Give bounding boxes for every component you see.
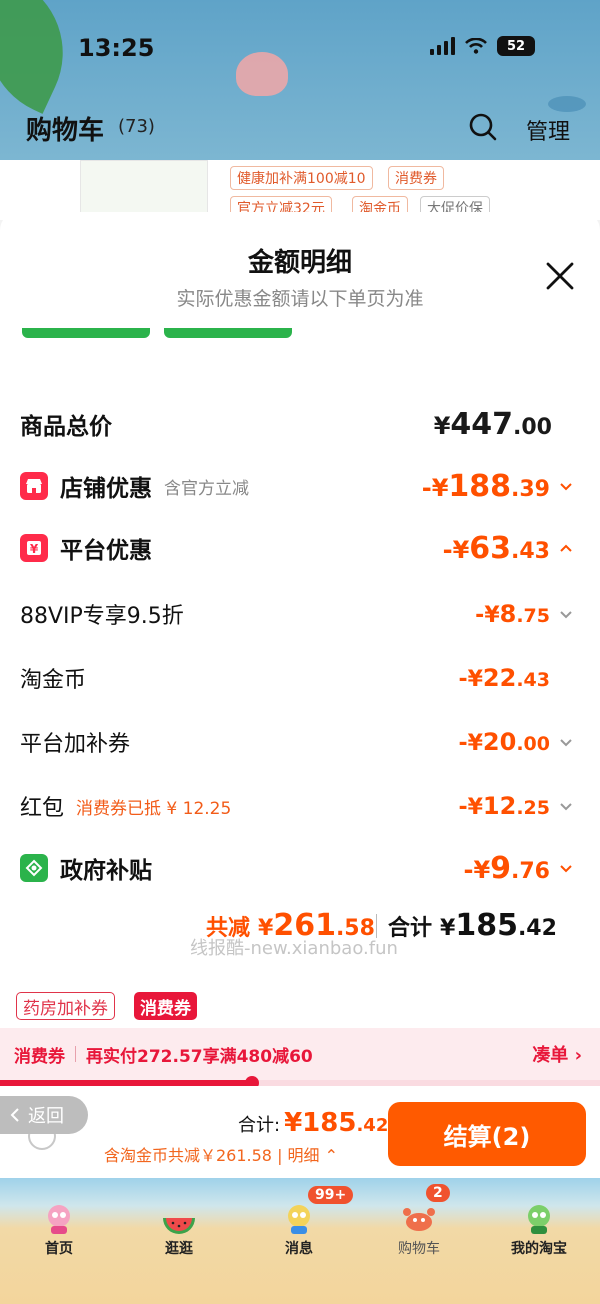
tab-messages[interactable]: 消息 bbox=[254, 1202, 344, 1258]
chip-row: 药房加补券 消费券 bbox=[0, 988, 600, 1028]
row-label: 淘金币 bbox=[20, 668, 87, 693]
row-platform-discount[interactable]: ¥ 平台优惠 - ¥63.43 bbox=[20, 526, 580, 570]
shop-icon bbox=[20, 472, 48, 500]
profile-character-icon bbox=[528, 1205, 550, 1234]
wifi-icon bbox=[465, 38, 487, 54]
row-note: 含官方立减 bbox=[164, 478, 249, 499]
chevron-down-icon bbox=[560, 611, 572, 619]
platform-icon: ¥ bbox=[20, 534, 48, 562]
chevron-up-icon bbox=[560, 544, 572, 552]
row-amount: - ¥20.00 bbox=[458, 728, 550, 756]
grand-total: 合计 ¥185.42 bbox=[388, 908, 557, 943]
cart-count: (73) bbox=[118, 116, 155, 137]
home-character-icon bbox=[48, 1205, 70, 1234]
gov-subsidy-icon bbox=[20, 854, 48, 882]
green-stub bbox=[164, 328, 292, 338]
shell-decoration bbox=[236, 52, 288, 96]
coupon-tag: 消费券 bbox=[14, 1046, 65, 1067]
coupon-text: 再实付272.57享满480减60 bbox=[86, 1046, 313, 1067]
page-title: 购物车 bbox=[26, 116, 105, 146]
sheet-title: 金额明细 bbox=[247, 248, 352, 278]
watermelon-icon bbox=[163, 1218, 195, 1234]
tab-cart[interactable]: 购物车 bbox=[374, 1202, 464, 1258]
coupon-bar[interactable]: 消费券 再实付272.57享满480减60 凑单 › bbox=[0, 1028, 600, 1080]
product-image bbox=[80, 160, 208, 216]
crab-icon bbox=[403, 1208, 435, 1231]
sheet-subtitle: 实际优惠金额请以下单页为准 bbox=[176, 288, 424, 310]
amount-detail-sheet: 金额明细 实际优惠金额请以下单页为准 商品总价 ¥447.00 店铺优惠 含官方… bbox=[0, 212, 600, 1026]
chevron-down-icon bbox=[560, 803, 572, 811]
row-label: 店铺优惠 bbox=[60, 476, 152, 502]
messages-badge: 99+ bbox=[308, 1186, 354, 1204]
row-platform-coupon[interactable]: 平台加补券 - ¥20.00 bbox=[20, 722, 580, 762]
close-icon[interactable] bbox=[544, 260, 576, 292]
tab-my-taobao[interactable]: 我的淘宝 bbox=[494, 1202, 584, 1258]
watermark: 线报酷-new.xianbao.fun bbox=[190, 938, 398, 959]
green-stub bbox=[22, 328, 150, 338]
status-time: 13:25 bbox=[78, 34, 155, 62]
pharmacy-coupon-chip[interactable]: 药房加补券 bbox=[16, 992, 115, 1020]
row-amount: - ¥63.43 bbox=[442, 530, 550, 566]
manage-button[interactable]: 管理 bbox=[526, 114, 570, 146]
messages-character-icon bbox=[288, 1205, 310, 1234]
chevron-down-icon bbox=[560, 483, 572, 491]
row-amount: ¥447.00 bbox=[433, 406, 552, 442]
checkout-button[interactable]: 结算(2) bbox=[388, 1102, 586, 1166]
row-label: 平台优惠 bbox=[60, 538, 152, 564]
row-amount: - ¥22.43 bbox=[458, 664, 550, 692]
row-amount: - ¥8.75 bbox=[475, 600, 550, 628]
cart-badge: 2 bbox=[426, 1184, 450, 1202]
join-order-link[interactable]: 凑单 › bbox=[532, 1041, 582, 1067]
divider bbox=[75, 1046, 76, 1062]
row-note: 消费券已抵 ¥ 12.25 bbox=[76, 798, 232, 819]
tab-home[interactable]: 首页 bbox=[14, 1202, 104, 1258]
leaf-decoration bbox=[0, 0, 90, 114]
search-icon[interactable] bbox=[468, 112, 498, 142]
back-button[interactable]: 返回 bbox=[0, 1096, 88, 1134]
signal-icon bbox=[430, 37, 455, 55]
row-88vip[interactable]: 88VIP专享9.5折 - ¥8.75 bbox=[20, 594, 580, 634]
row-label: 88VIP专享9.5折 bbox=[20, 604, 184, 629]
chevron-left-icon bbox=[10, 1108, 19, 1122]
promo-tag: 健康加补满100减10 bbox=[230, 166, 373, 190]
row-amount: - ¥12.25 bbox=[458, 792, 550, 820]
battery-icon: 52 bbox=[497, 36, 535, 56]
checkout-detail-link[interactable]: 含淘金币共减￥261.58 | 明细 ⌃ bbox=[104, 1142, 338, 1166]
fish-decoration bbox=[548, 96, 586, 112]
status-icons: 52 bbox=[430, 36, 535, 56]
tab-bar: 首页 逛逛 消息 99+ 购物车 2 我的淘宝 bbox=[0, 1178, 600, 1304]
coupon-chip[interactable]: 消费券 bbox=[134, 992, 197, 1020]
chevron-down-icon bbox=[560, 739, 572, 747]
tab-explore[interactable]: 逛逛 bbox=[134, 1202, 224, 1258]
row-amount: - ¥9.76 bbox=[463, 850, 550, 886]
row-amount: - ¥188.39 bbox=[421, 468, 550, 504]
row-label: 商品总价 bbox=[20, 414, 112, 440]
chevron-down-icon bbox=[560, 865, 572, 873]
row-taojinbi: 淘金币 - ¥22.43 bbox=[20, 658, 580, 698]
row-gov-subsidy[interactable]: 政府补贴 - ¥9.76 bbox=[20, 846, 580, 890]
svg-text:¥: ¥ bbox=[30, 542, 39, 556]
row-label: 平台加补券 bbox=[20, 732, 131, 757]
promo-tag: 消费券 bbox=[388, 166, 444, 190]
row-shop-discount[interactable]: 店铺优惠 含官方立减 - ¥188.39 bbox=[20, 464, 580, 508]
row-red-packet[interactable]: 红包 消费券已抵 ¥ 12.25 - ¥12.25 bbox=[20, 786, 580, 826]
row-label: 红包 bbox=[20, 796, 65, 821]
checkout-total: 合计: ¥185.42 bbox=[238, 1108, 389, 1138]
checkout-bar: 返回 合计: ¥185.42 含淘金币共减￥261.58 | 明细 ⌃ 结算(2) bbox=[0, 1086, 600, 1178]
row-goods-total: 商品总价 ¥447.00 bbox=[20, 402, 580, 446]
row-label: 政府补贴 bbox=[60, 858, 152, 884]
